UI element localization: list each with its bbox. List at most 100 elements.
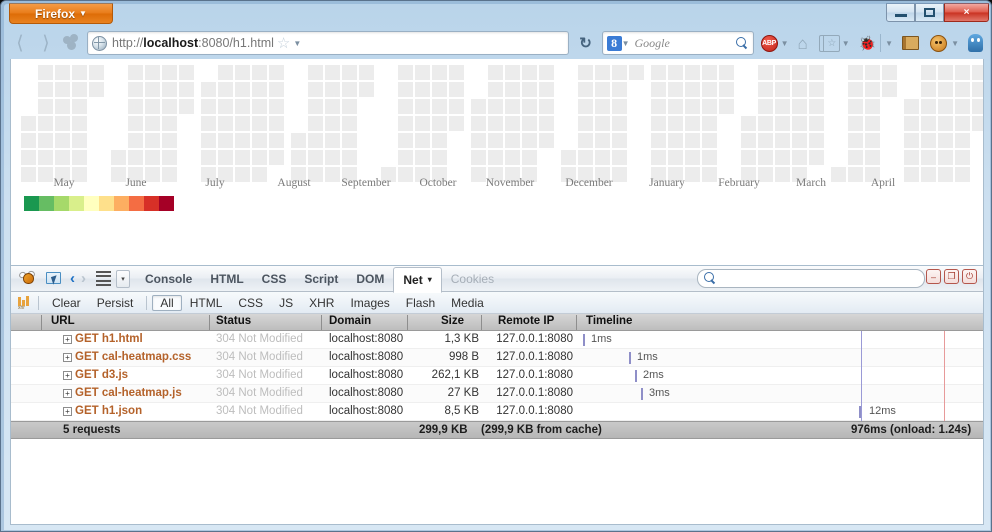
heatmap-cell[interactable]: [218, 150, 233, 165]
reload-button[interactable]: ↻: [573, 30, 599, 56]
row-expander[interactable]: +: [63, 407, 72, 416]
firebug-back-button[interactable]: ‹: [70, 270, 75, 287]
heatmap-cell[interactable]: [235, 82, 250, 97]
minimize-icon[interactable]: –: [926, 269, 941, 284]
heatmap-cell[interactable]: [758, 82, 773, 97]
firebug-search-box[interactable]: [697, 269, 925, 288]
heatmap-cell[interactable]: [938, 133, 953, 148]
heatmap-cell[interactable]: [359, 65, 374, 80]
heatmap-cell[interactable]: [325, 99, 340, 114]
heatmap-cell[interactable]: [809, 82, 824, 97]
heatmap-cell[interactable]: [432, 116, 447, 131]
heatmap-cell[interactable]: [865, 82, 880, 97]
heatmap-cell[interactable]: [865, 133, 880, 148]
heatmap-cell[interactable]: [702, 82, 717, 97]
heatmap-cell[interactable]: [702, 150, 717, 165]
heatmap-cell[interactable]: [505, 116, 520, 131]
heatmap-cell[interactable]: [21, 133, 36, 148]
heatmap-cell[interactable]: [308, 150, 323, 165]
chevron-down-icon[interactable]: ▼: [885, 39, 893, 48]
heatmap-cell[interactable]: [55, 116, 70, 131]
heatmap-cell[interactable]: [955, 116, 970, 131]
heatmap-cell[interactable]: [505, 150, 520, 165]
heatmap-cell[interactable]: [685, 116, 700, 131]
heatmap-cell[interactable]: [218, 133, 233, 148]
heatmap-cell[interactable]: [505, 133, 520, 148]
heatmap-cell[interactable]: [252, 116, 267, 131]
heatmap-cell[interactable]: [904, 133, 919, 148]
chevron-down-icon[interactable]: ▼: [842, 39, 850, 48]
heatmap-cell[interactable]: [539, 82, 554, 97]
heatmap-cell[interactable]: [775, 150, 790, 165]
heatmap-cell[interactable]: [162, 99, 177, 114]
heatmap-cell[interactable]: [145, 150, 160, 165]
heatmap-cell[interactable]: [702, 99, 717, 114]
heatmap-cell[interactable]: [325, 150, 340, 165]
heatmap-cell[interactable]: [809, 116, 824, 131]
heatmap-cell[interactable]: [38, 99, 53, 114]
net-filter-images[interactable]: Images: [342, 295, 397, 311]
heatmap-cell[interactable]: [578, 150, 593, 165]
heatmap-cell[interactable]: [342, 116, 357, 131]
inspector-cursor-icon[interactable]: [45, 271, 63, 287]
heatmap-cell[interactable]: [685, 150, 700, 165]
heatmap-cell[interactable]: [269, 99, 284, 114]
heatmap-cell[interactable]: [938, 82, 953, 97]
heatmap-cell[interactable]: [955, 133, 970, 148]
heatmap-cell[interactable]: [488, 133, 503, 148]
heatmap-cell[interactable]: [145, 99, 160, 114]
heatmap-cell[interactable]: [612, 99, 627, 114]
heatmap-cell[interactable]: [685, 65, 700, 80]
heatmap-cell[interactable]: [235, 99, 250, 114]
heatmap-cell[interactable]: [128, 99, 143, 114]
heatmap-cell[interactable]: [128, 116, 143, 131]
heatmap-cell[interactable]: [882, 82, 897, 97]
heatmap-cell[interactable]: [432, 133, 447, 148]
heatmap-cell[interactable]: [201, 116, 216, 131]
heatmap-cell[interactable]: [269, 150, 284, 165]
heatmap-cell[interactable]: [449, 116, 464, 131]
heatmap-cell[interactable]: [668, 133, 683, 148]
net-filter-media[interactable]: Media: [443, 295, 492, 311]
heatmap-cell[interactable]: [775, 133, 790, 148]
heatmap-cell[interactable]: [201, 133, 216, 148]
heatmap-cell[interactable]: [488, 65, 503, 80]
heatmap-cell[interactable]: [758, 65, 773, 80]
heatmap-cell[interactable]: [471, 116, 486, 131]
heatmap-cell[interactable]: [89, 82, 104, 97]
heatmap-cell[interactable]: [235, 116, 250, 131]
heatmap-cell[interactable]: [201, 150, 216, 165]
heatmap-cell[interactable]: [702, 116, 717, 131]
heatmap-cell[interactable]: [218, 99, 233, 114]
heatmap-cell[interactable]: [359, 82, 374, 97]
heatmap-cell[interactable]: [809, 150, 824, 165]
heatmap-cell[interactable]: [415, 133, 430, 148]
heatmap-cell[interactable]: [612, 150, 627, 165]
heatmap-cell[interactable]: [741, 150, 756, 165]
heatmap-cell[interactable]: [775, 99, 790, 114]
heatmap-cell[interactable]: [522, 82, 537, 97]
heatmap-cell[interactable]: [578, 133, 593, 148]
heatmap-cell[interactable]: [921, 65, 936, 80]
heatmap-cell[interactable]: [488, 150, 503, 165]
heatmap-cell[interactable]: [218, 82, 233, 97]
heatmap-cell[interactable]: [921, 99, 936, 114]
heatmap-cell[interactable]: [629, 65, 644, 80]
heatmap-cell[interactable]: [252, 82, 267, 97]
heatmap-cell[interactable]: [792, 133, 807, 148]
maximize-button[interactable]: [915, 3, 944, 22]
heatmap-cell[interactable]: [488, 99, 503, 114]
heatmap-cell[interactable]: [865, 116, 880, 131]
heatmap-cell[interactable]: [128, 65, 143, 80]
heatmap-cell[interactable]: [651, 82, 666, 97]
xhr-chart-icon[interactable]: [17, 296, 31, 311]
net-table-row[interactable]: + GET cal-heatmap.js 304 Not Modified local…: [11, 385, 983, 403]
greasemonkey-button[interactable]: [930, 34, 948, 52]
heatmap-cell[interactable]: [398, 150, 413, 165]
net-table-row[interactable]: + GET cal-heatmap.css 304 Not Modified loca…: [11, 349, 983, 367]
heatmap-cell[interactable]: [308, 82, 323, 97]
heatmap-cell[interactable]: [612, 116, 627, 131]
heatmap-cell[interactable]: [235, 65, 250, 80]
heatmap-cell[interactable]: [685, 133, 700, 148]
firebug-toolbar-button[interactable]: 🐞: [859, 35, 876, 52]
